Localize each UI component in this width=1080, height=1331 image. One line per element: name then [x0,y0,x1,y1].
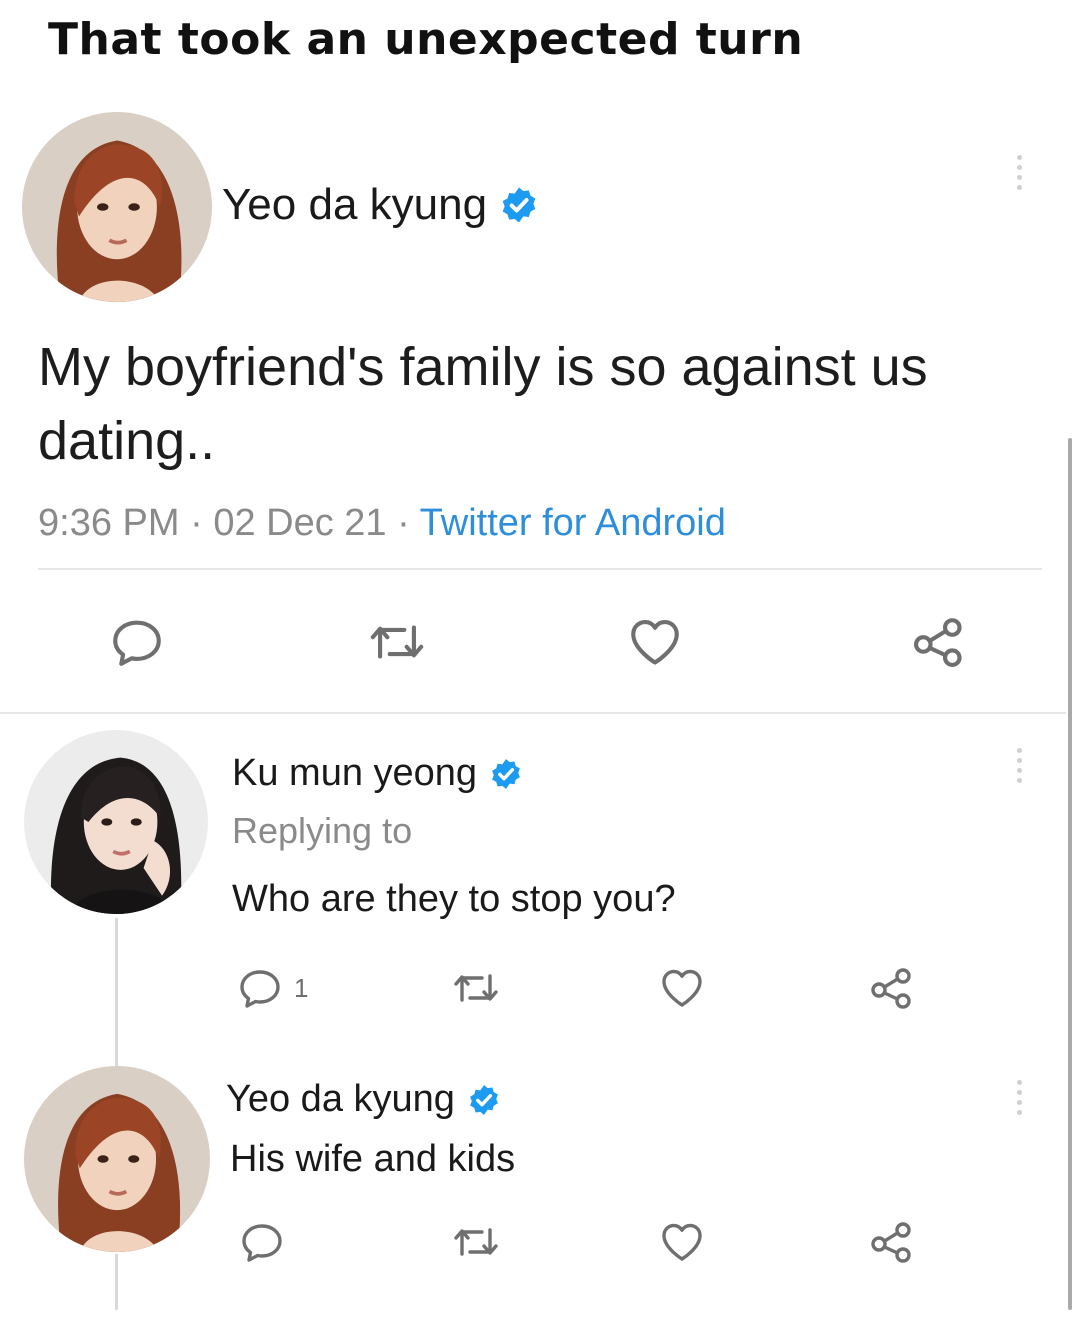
reply-icon [108,613,166,671]
like-button[interactable] [658,1218,706,1266]
tweet-date: 02 Dec 21 [213,502,387,544]
retweet-button[interactable] [368,613,426,671]
tweet-meta: 9:36 PM · 02 Dec 21 · Twitter for Androi… [38,502,726,544]
author-name[interactable]: Ku mun yeong [232,752,523,795]
more-options-icon[interactable] [1016,155,1022,190]
more-options-icon[interactable] [1016,748,1022,783]
avatar[interactable] [24,730,208,914]
divider [38,568,1042,570]
share-button[interactable] [868,964,916,1012]
like-icon [658,1218,706,1266]
thread-line [115,918,118,1073]
reply-button[interactable] [238,1218,286,1266]
retweet-icon [452,964,500,1012]
replying-to-label: Replying to [232,810,413,851]
divider [0,712,1066,714]
author-name-text: Ku mun yeong [232,752,478,794]
thread-line [115,1254,118,1310]
like-button[interactable] [658,964,706,1012]
reply-text: His wife and kids [230,1138,516,1180]
retweet-icon [368,613,426,671]
retweet-button[interactable] [452,1218,500,1266]
verified-badge-icon [489,757,523,791]
avatar-image [22,112,212,302]
reply-icon [238,1218,286,1266]
avatar[interactable] [22,112,212,302]
more-options-icon[interactable] [1016,1080,1022,1115]
retweet-icon [452,1218,500,1266]
avatar-image [24,730,208,914]
post-caption: That took an unexpected turn [48,14,804,65]
like-icon [658,964,706,1012]
share-button[interactable] [868,1218,916,1266]
author-name-text: Yeo da kyung [222,180,488,229]
author-name[interactable]: Yeo da kyung [222,180,539,230]
share-icon [868,964,916,1012]
reply-button[interactable]: 1 [236,964,308,1012]
avatar[interactable] [24,1066,210,1252]
share-icon [868,1218,916,1266]
verified-badge-icon [467,1083,501,1117]
tweet-time: 9:36 PM [38,502,180,544]
reply-icon [236,964,284,1012]
verified-badge-icon [499,185,539,225]
like-icon [626,613,684,671]
scrollbar[interactable] [1068,438,1072,1310]
reply-text: Who are they to stop you? [232,878,676,920]
reply-count: 1 [294,972,309,1003]
share-button[interactable] [910,613,968,671]
tweet-client-link[interactable]: Twitter for Android [420,502,726,544]
author-name[interactable]: Yeo da kyung [226,1078,501,1121]
like-button[interactable] [626,613,684,671]
author-name-text: Yeo da kyung [226,1078,455,1120]
tweet-text: My boyfriend's family is so against us d… [38,337,928,471]
avatar-image [24,1066,210,1252]
share-icon [910,613,968,671]
reply-button[interactable] [108,613,166,671]
retweet-button[interactable] [452,964,500,1012]
